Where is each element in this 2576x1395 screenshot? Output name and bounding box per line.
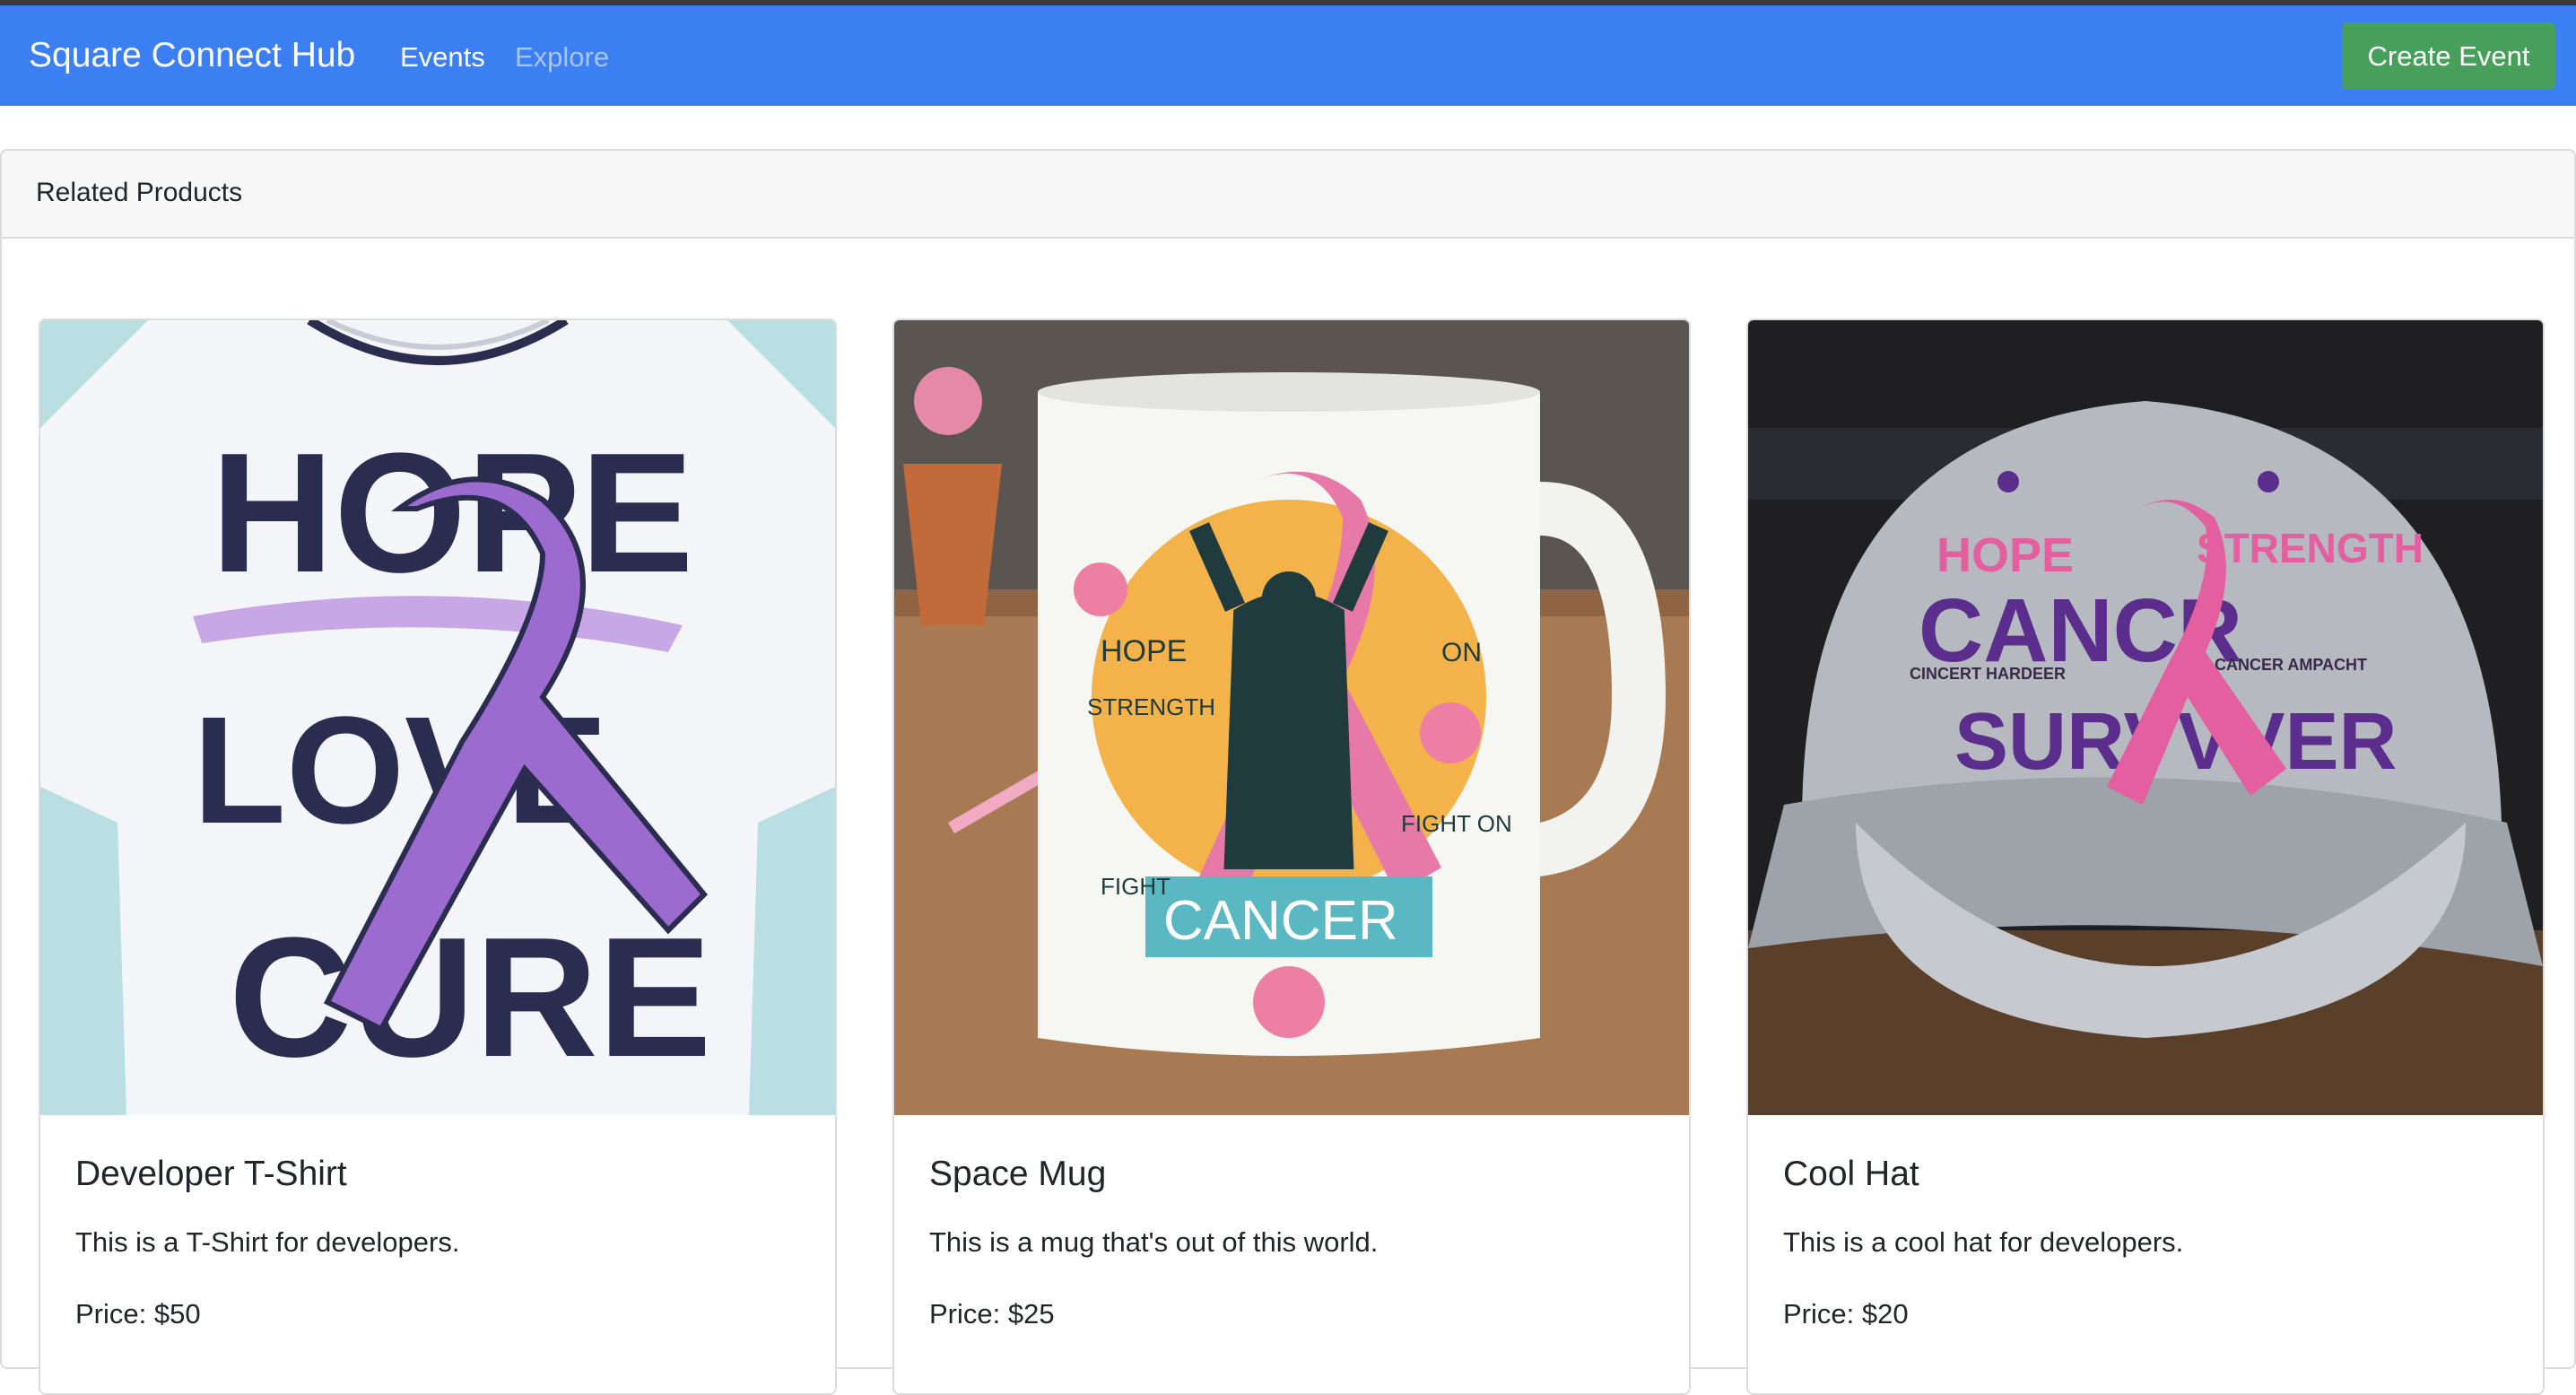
- svg-text:ON: ON: [1441, 638, 1482, 667]
- panel-title: Related Products: [36, 178, 243, 207]
- product-description: This is a T-Shirt for developers.: [75, 1226, 460, 1258]
- product-image-hat: HOPE STRENGTH CANCR CINCERT HARDEER CANC…: [1748, 320, 2543, 1115]
- product-card-hat[interactable]: HOPE STRENGTH CANCR CINCERT HARDEER CANC…: [1746, 318, 2545, 1395]
- product-description: This is a mug that's out of this world.: [929, 1226, 1379, 1258]
- product-title[interactable]: Developer T-Shirt: [75, 1155, 347, 1194]
- product-price: Price: $25: [929, 1298, 1055, 1330]
- create-event-button[interactable]: Create Event: [2342, 22, 2555, 90]
- product-price: Price: $20: [1783, 1298, 1909, 1330]
- nav-link-events[interactable]: Events: [400, 41, 485, 74]
- product-title[interactable]: Space Mug: [929, 1155, 1106, 1194]
- navbar: Square Connect Hub Events Explore Create…: [0, 5, 2576, 106]
- product-description: This is a cool hat for developers.: [1783, 1226, 2184, 1258]
- svg-text:CANCER AMPACHT: CANCER AMPACHT: [2215, 656, 2367, 674]
- svg-text:HOPE: HOPE: [1101, 634, 1187, 668]
- svg-text:STRENGTH: STRENGTH: [2197, 525, 2424, 571]
- svg-text:CANCER: CANCER: [1163, 890, 1398, 952]
- product-card-mug[interactable]: HOPE STRENGTH ON FIGHT ON FIGHT CANCER S…: [892, 318, 1691, 1395]
- nav-link-explore[interactable]: Explore: [515, 41, 609, 74]
- product-image-mug: HOPE STRENGTH ON FIGHT ON FIGHT CANCER: [894, 320, 1689, 1115]
- svg-text:CINCERT HARDEER: CINCERT HARDEER: [1910, 665, 2066, 683]
- product-title[interactable]: Cool Hat: [1783, 1155, 1919, 1194]
- product-price: Price: $50: [75, 1298, 201, 1330]
- brand-link[interactable]: Square Connect Hub: [29, 36, 355, 75]
- product-card-tshirt[interactable]: HOPE LOVE CURE Developer T-Shirt This is…: [39, 318, 837, 1395]
- svg-text:FIGHT ON: FIGHT ON: [1401, 810, 1512, 837]
- svg-text:CURE: CURE: [229, 902, 711, 1093]
- svg-text:STRENGTH: STRENGTH: [1087, 693, 1215, 720]
- product-image-tshirt: HOPE LOVE CURE: [40, 320, 835, 1115]
- svg-text:FIGHT: FIGHT: [1101, 873, 1171, 900]
- svg-text:HOPE: HOPE: [1936, 528, 2074, 582]
- svg-text:HOPE: HOPE: [211, 418, 693, 608]
- panel-header: [2, 151, 2574, 239]
